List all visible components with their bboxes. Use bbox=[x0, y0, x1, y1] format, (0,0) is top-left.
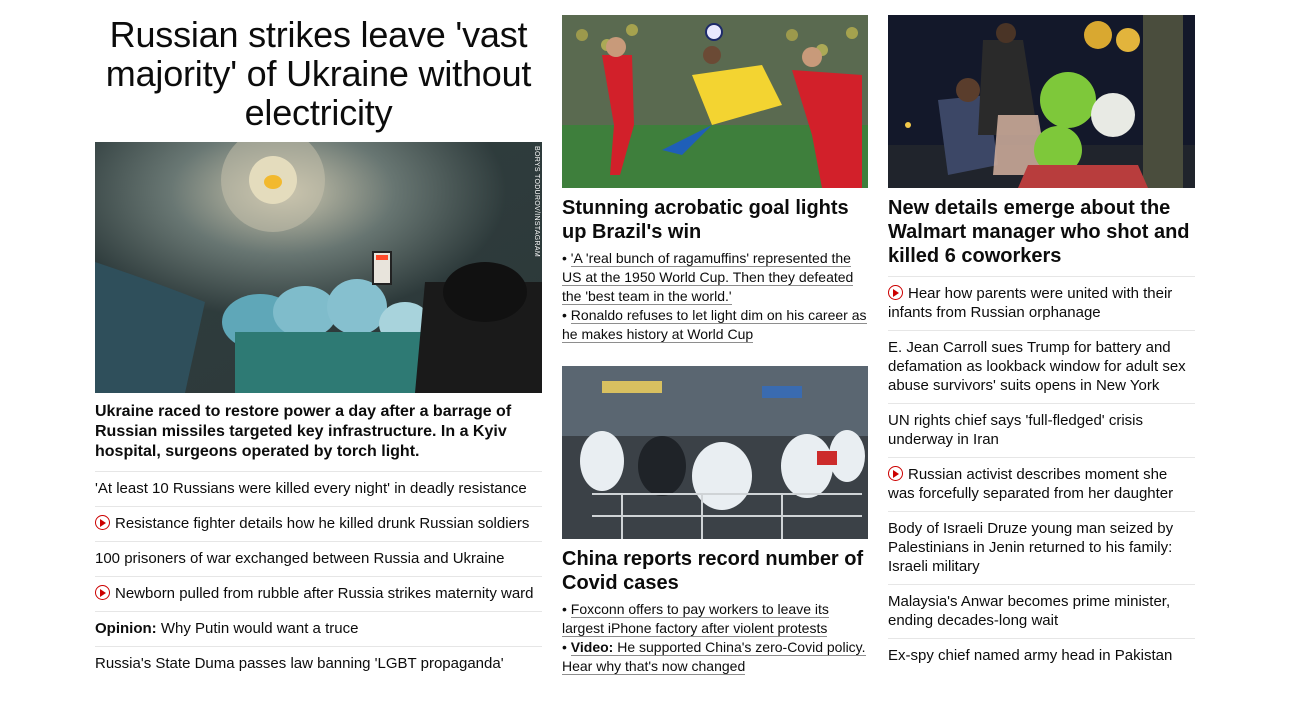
link-text[interactable]: Resistance fighter details how he killed… bbox=[115, 515, 529, 532]
link-text[interactable]: 'A 'real bunch of ragamuffins' represent… bbox=[562, 250, 854, 305]
brazil-story: Stunning acrobatic goal lights up Brazil… bbox=[562, 15, 868, 344]
play-video-icon bbox=[888, 285, 903, 300]
brazil-goal-image[interactable] bbox=[562, 15, 868, 188]
china-covid-image[interactable] bbox=[562, 366, 868, 539]
list-item[interactable]: • 'A 'real bunch of ragamuffins' represe… bbox=[562, 249, 868, 306]
link-text[interactable]: Foxconn offers to pay workers to leave i… bbox=[562, 601, 829, 637]
list-item[interactable]: E. Jean Carroll sues Trump for battery a… bbox=[888, 331, 1195, 404]
list-item[interactable]: • Video: He supported China's zero-Covid… bbox=[562, 638, 868, 676]
hero-image-surgeons[interactable]: BORYS TODUROV/INSTAGRAM bbox=[95, 142, 542, 393]
list-item[interactable]: Opinion: Why Putin would want a truce bbox=[95, 612, 542, 647]
brazil-headline-link[interactable]: Stunning acrobatic goal lights up Brazil… bbox=[562, 196, 868, 244]
link-text[interactable]: Newborn pulled from rubble after Russia … bbox=[115, 585, 534, 602]
hero-headline-link[interactable]: Russian strikes leave 'vast majority' of… bbox=[95, 15, 542, 142]
china-headline-link[interactable]: China reports record number of Covid cas… bbox=[562, 547, 868, 595]
china-related-links: • Foxconn offers to pay workers to leave… bbox=[562, 600, 868, 676]
video-label: Video: bbox=[570, 639, 614, 655]
right-column: New details emerge about the Walmart man… bbox=[888, 15, 1195, 673]
hero-description-link[interactable]: Ukraine raced to restore power a day aft… bbox=[95, 402, 542, 472]
link-text[interactable]: Ronaldo refuses to let light dim on his … bbox=[562, 307, 867, 343]
list-item[interactable]: 100 prisoners of war exchanged between R… bbox=[95, 542, 542, 577]
list-item[interactable]: Ex-spy chief named army head in Pakistan bbox=[888, 639, 1195, 673]
opinion-label: Opinion: bbox=[95, 620, 157, 637]
list-item[interactable]: 'At least 10 Russians were killed every … bbox=[95, 472, 542, 507]
play-video-icon bbox=[95, 515, 110, 530]
walmart-headline-link[interactable]: New details emerge about the Walmart man… bbox=[888, 196, 1195, 277]
link-text[interactable]: Malaysia's Anwar becomes prime minister,… bbox=[888, 593, 1170, 629]
list-item[interactable]: Malaysia's Anwar becomes prime minister,… bbox=[888, 585, 1195, 639]
image-credit: BORYS TODUROV/INSTAGRAM bbox=[533, 146, 540, 258]
list-item[interactable]: • Foxconn offers to pay workers to leave… bbox=[562, 600, 868, 638]
link-text[interactable]: Russia's State Duma passes law banning '… bbox=[95, 655, 504, 672]
list-item[interactable]: Resistance fighter details how he killed… bbox=[95, 507, 542, 542]
play-video-icon bbox=[95, 585, 110, 600]
brazil-related-links: • 'A 'real bunch of ragamuffins' represe… bbox=[562, 249, 868, 344]
link-text[interactable]: UN rights chief says 'full-fledged' cris… bbox=[888, 412, 1143, 448]
play-video-icon bbox=[888, 466, 903, 481]
link-text[interactable]: 'At least 10 Russians were killed every … bbox=[95, 480, 527, 497]
hero-related-links: 'At least 10 Russians were killed every … bbox=[95, 472, 542, 681]
right-related-links: Hear how parents were united with their … bbox=[888, 277, 1195, 673]
link-text[interactable]: Ex-spy chief named army head in Pakistan bbox=[888, 647, 1172, 664]
link-text[interactable]: Hear how parents were united with their … bbox=[888, 285, 1172, 321]
link-text[interactable]: Body of Israeli Druze young man seized b… bbox=[888, 520, 1173, 575]
list-item[interactable]: Russian activist describes moment she wa… bbox=[888, 458, 1195, 512]
list-item[interactable]: • Ronaldo refuses to let light dim on hi… bbox=[562, 306, 868, 344]
list-item[interactable]: Hear how parents were united with their … bbox=[888, 277, 1195, 331]
list-item[interactable]: UN rights chief says 'full-fledged' cris… bbox=[888, 404, 1195, 458]
hero-story: Russian strikes leave 'vast majority' of… bbox=[95, 15, 542, 681]
middle-column: Stunning acrobatic goal lights up Brazil… bbox=[562, 15, 868, 676]
list-item[interactable]: Newborn pulled from rubble after Russia … bbox=[95, 577, 542, 612]
list-item[interactable]: Russia's State Duma passes law banning '… bbox=[95, 647, 542, 681]
link-text[interactable]: 100 prisoners of war exchanged between R… bbox=[95, 550, 504, 567]
walmart-vigil-image[interactable] bbox=[888, 15, 1195, 188]
china-story: China reports record number of Covid cas… bbox=[562, 366, 868, 676]
link-text[interactable]: E. Jean Carroll sues Trump for battery a… bbox=[888, 339, 1186, 394]
list-item[interactable]: Body of Israeli Druze young man seized b… bbox=[888, 512, 1195, 585]
link-text[interactable]: Why Putin would want a truce bbox=[157, 620, 359, 637]
link-text[interactable]: Russian activist describes moment she wa… bbox=[888, 466, 1173, 502]
